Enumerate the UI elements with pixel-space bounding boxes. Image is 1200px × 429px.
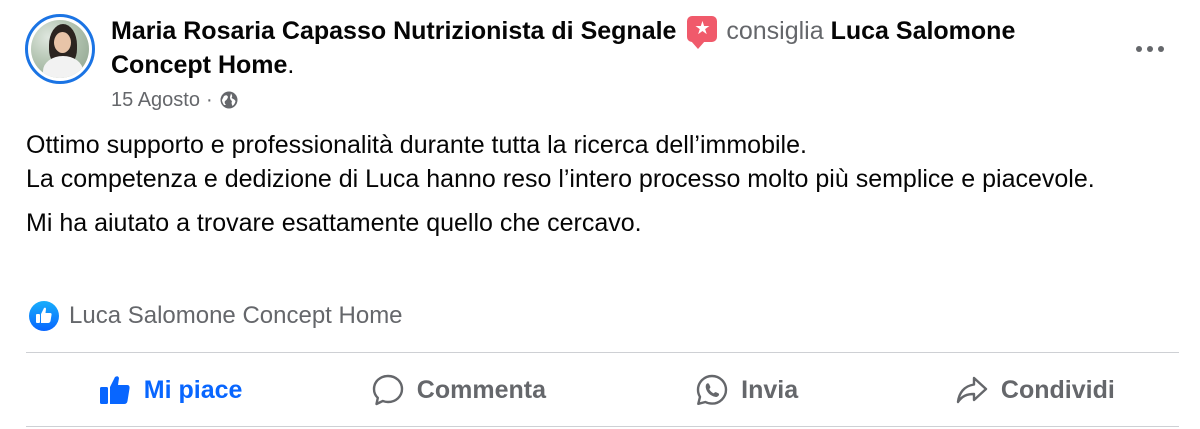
divider <box>26 426 1179 427</box>
comment-button[interactable]: Commenta <box>314 358 602 422</box>
reactions-label: Luca Salomone Concept Home <box>69 302 403 329</box>
comment-icon <box>372 374 403 406</box>
author-name-link[interactable]: Maria Rosaria Capasso Nutrizionista di S… <box>111 17 676 45</box>
more-dot-icon <box>1136 46 1142 52</box>
post-header: Maria Rosaria Capasso Nutrizionista di S… <box>22 8 1182 118</box>
post-text-line: La competenza e dedizione di Luca hanno … <box>26 165 1095 193</box>
post-text-line: Ottimo supporto e professionalità durant… <box>26 131 807 159</box>
post-meta: 15 Agosto · <box>111 87 239 113</box>
post-body: Ottimo supporto e professionalità durant… <box>26 128 1166 250</box>
recommend-verb: consiglia <box>726 17 824 45</box>
meta-separator: · <box>205 89 213 111</box>
reactions-summary[interactable]: Luca Salomone Concept Home <box>28 300 403 332</box>
more-dot-icon <box>1147 46 1153 52</box>
share-icon <box>956 376 988 404</box>
thumbs-up-icon <box>99 376 130 404</box>
action-bar: Mi piace Commenta Invia Condividi <box>26 358 1179 422</box>
page-name-period: . <box>287 51 295 79</box>
author-line: Maria Rosaria Capasso Nutrizionista di S… <box>111 14 1091 82</box>
like-button[interactable]: Mi piace <box>26 358 314 422</box>
post-paragraph: Ottimo supporto e professionalità durant… <box>26 128 1166 196</box>
recommend-star-icon: ★ <box>687 16 718 49</box>
like-badge-icon <box>29 301 59 331</box>
more-dot-icon <box>1158 46 1164 52</box>
post-paragraph: Mi ha aiutato a trovare esattamente quel… <box>26 206 1166 240</box>
whatsapp-icon <box>696 374 728 405</box>
like-label: Mi piace <box>143 375 243 404</box>
comment-label: Commenta <box>416 375 546 404</box>
send-label: Invia <box>741 375 799 404</box>
author-avatar[interactable] <box>25 14 95 84</box>
post-text-line: Mi ha aiutato a trovare esattamente quel… <box>26 209 642 237</box>
share-button[interactable]: Condividi <box>891 358 1179 422</box>
share-label: Condividi <box>1000 375 1115 404</box>
divider <box>26 352 1179 353</box>
post-date-link[interactable]: 15 Agosto <box>111 87 200 113</box>
avatar-photo <box>31 20 89 78</box>
more-options-button[interactable] <box>1130 34 1170 64</box>
send-button[interactable]: Invia <box>603 358 891 422</box>
globe-icon[interactable] <box>219 90 239 110</box>
